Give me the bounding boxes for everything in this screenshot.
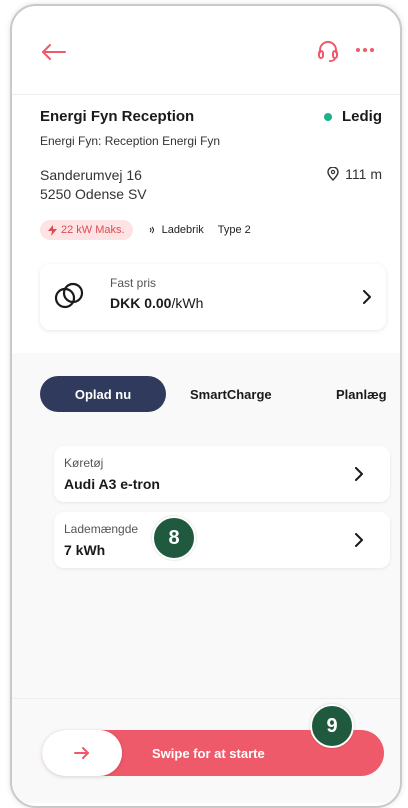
power-tag-label: 22 kW Maks. [61,224,125,236]
tab-smartcharge[interactable]: SmartCharge [190,376,272,412]
swipe-label: Swipe for at starte [152,745,265,761]
price-rings-icon [54,282,84,309]
header-divider [12,94,400,95]
more-horizontal-icon[interactable] [355,44,375,56]
chevron-right-icon [355,467,363,481]
phone-frame: Energi Fyn Reception Ledig Energi Fyn: R… [10,4,402,808]
footer-divider [12,698,400,699]
tab-oplad-nu[interactable]: Oplad nu [40,376,166,412]
status-badge: Ledig [324,108,382,125]
price-value: DKK 0.00/kWh [110,295,203,311]
charge-amount-value: 7 kWh [64,542,106,558]
swipe-handle[interactable] [42,730,122,776]
distance-value: 111 m [345,166,382,182]
power-tag: 22 kW Maks. [40,220,133,240]
station-address: Sanderumvej 16 5250 Odense SV [40,166,147,204]
chevron-right-icon [355,533,363,547]
type2-tag: Type 2 [218,224,251,236]
step-badge-8: 8 [152,516,196,560]
operator-name: Energi Fyn: Reception Energi Fyn [40,134,221,148]
status-label: Ledig [342,108,382,125]
price-label: Fast pris [110,276,157,290]
arrow-right-icon [74,747,89,759]
connector-tags: 22 kW Maks. Ladebrik Type 2 [40,220,251,240]
price-unit: /kWh [171,295,204,311]
nfc-icon [149,226,154,234]
address-line-2: 5250 Odense SV [40,186,147,202]
chevron-right-icon [363,290,371,304]
vehicle-field[interactable]: Køretøj Audi A3 e-tron [54,446,390,502]
address-line-1: Sanderumvej 16 [40,167,142,183]
price-amount: DKK 0.00 [110,295,172,311]
tab-planlaeg[interactable]: Planlæg [336,376,387,412]
charge-amount-field[interactable]: Lademængde 7 kWh [54,512,390,568]
vehicle-value: Audi A3 e-tron [64,476,160,492]
station-name: Energi Fyn Reception [40,108,195,125]
charge-amount-label: Lademængde [64,522,139,536]
ladebrik-tag-label: Ladebrik [161,224,204,236]
status-dot-icon [324,112,332,121]
headset-icon[interactable] [317,40,339,62]
step-badge-9: 9 [310,704,354,748]
charge-mode-tabs: Oplad nu SmartCharge Planlæg [40,376,400,414]
distance: 111 m [327,166,382,182]
arrow-left-icon[interactable] [40,42,68,62]
lightning-icon [48,224,57,236]
vehicle-label: Køretøj [64,456,104,470]
price-card[interactable]: Fast pris DKK 0.00/kWh [40,264,386,330]
location-pin-icon [327,167,339,181]
top-bar [12,6,400,94]
ladebrik-tag: Ladebrik [147,224,204,236]
type2-tag-label: Type 2 [217,224,251,236]
